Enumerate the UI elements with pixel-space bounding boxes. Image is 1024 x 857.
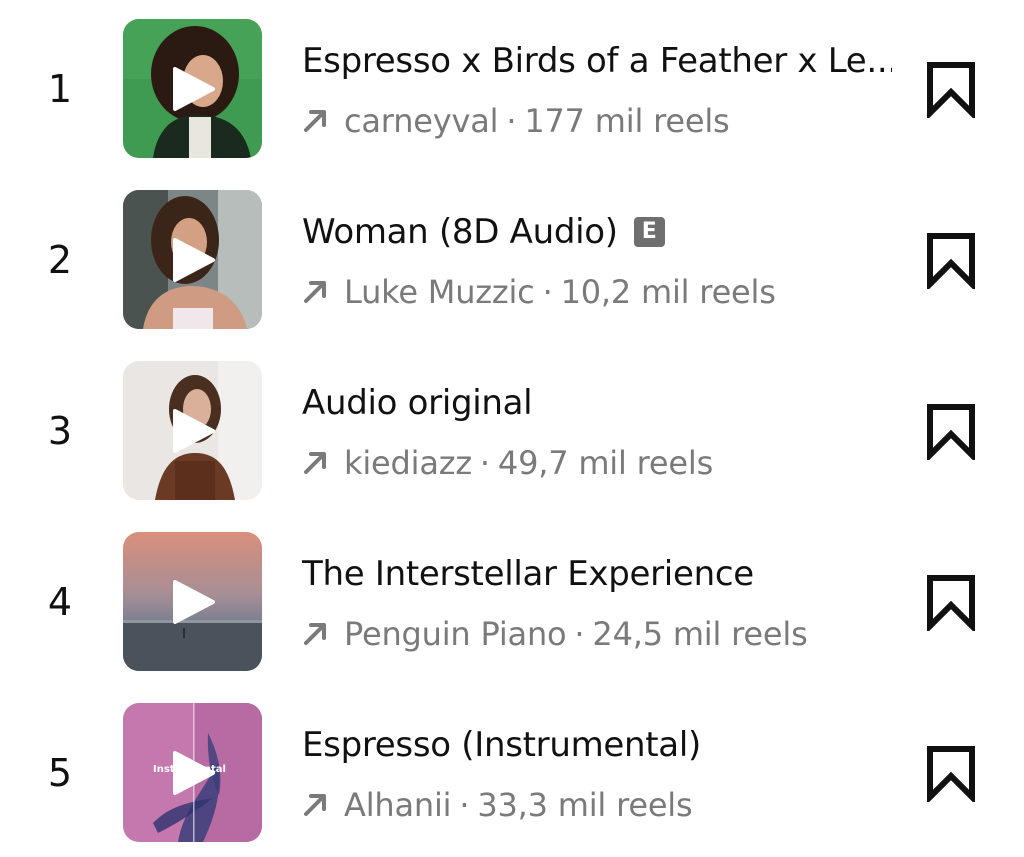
track-rank: 5 [47, 751, 73, 795]
track-reel-count: 49,7 mil reels [497, 444, 714, 482]
track-title: Audio original [302, 383, 533, 423]
bookmark-icon[interactable] [925, 573, 977, 631]
explicit-badge: E [633, 217, 665, 247]
play-icon [173, 67, 215, 111]
track-reel-count: 10,2 mil reels [560, 273, 776, 311]
track-row[interactable]: 2 Woman (8D Audio) E Luke Muzzic · 10,2 … [0, 190, 1024, 330]
track-row[interactable]: 1 Espresso x Birds of a Feather x Le... [0, 19, 1024, 159]
play-icon [173, 751, 215, 795]
track-title-line: Woman (8D Audio) E [302, 210, 892, 254]
track-row[interactable]: 3 Audio original kiediazz · 49,7 mil ree… [0, 361, 1024, 501]
track-artist[interactable]: Penguin Piano [344, 614, 567, 654]
trending-up-arrow-icon [304, 110, 326, 132]
track-title-line: Espresso x Birds of a Feather x Le... [302, 39, 892, 83]
track-rank: 4 [47, 580, 73, 624]
meta-separator: · [542, 273, 553, 311]
track-thumbnail[interactable] [123, 19, 262, 158]
track-reel-count: 24,5 mil reels [592, 615, 808, 653]
track-meta: Penguin Piano · 24,5 mil reels [302, 614, 808, 654]
trending-up-arrow-icon [304, 623, 326, 645]
trending-up-arrow-icon [304, 794, 326, 816]
meta-separator: · [574, 615, 585, 653]
bookmark-icon[interactable] [925, 402, 977, 460]
track-artist[interactable]: Luke Muzzic [344, 272, 535, 312]
bookmark-icon[interactable] [925, 60, 977, 118]
track-title: The Interstellar Experience [302, 554, 754, 594]
track-rank: 3 [47, 409, 73, 453]
meta-separator: · [479, 444, 490, 482]
play-icon [173, 409, 215, 453]
track-rank: 2 [47, 238, 73, 282]
play-icon [173, 238, 215, 282]
track-thumbnail[interactable]: Instrumental [123, 703, 262, 842]
track-title-line: Audio original [302, 381, 892, 425]
track-meta: carneyval · 177 mil reels [302, 101, 730, 141]
track-thumbnail[interactable] [123, 532, 262, 671]
meta-separator: · [506, 102, 517, 140]
track-row[interactable]: 4 The Interstellar Experience Penguin Pi… [0, 532, 1024, 672]
track-row[interactable]: 5 Instrumental Espresso (Instrumental) [0, 703, 1024, 843]
track-thumbnail[interactable] [123, 190, 262, 329]
track-reel-count: 33,3 mil reels [477, 786, 693, 824]
bookmark-icon[interactable] [925, 744, 977, 802]
track-artist[interactable]: kiediazz [344, 443, 472, 483]
trending-up-arrow-icon [304, 281, 326, 303]
track-title: Espresso (Instrumental) [302, 725, 701, 765]
track-artist[interactable]: Alhanii [344, 785, 452, 825]
track-meta: Alhanii · 33,3 mil reels [302, 785, 693, 825]
track-rank: 1 [47, 67, 73, 111]
track-reel-count: 177 mil reels [524, 102, 730, 140]
track-artist[interactable]: carneyval [344, 101, 499, 141]
trending-up-arrow-icon [304, 452, 326, 474]
trending-audio-list: 1 Espresso x Birds of a Feather x Le... [0, 0, 1024, 857]
track-meta: Luke Muzzic · 10,2 mil reels [302, 272, 776, 312]
track-thumbnail[interactable] [123, 361, 262, 500]
track-title-line: The Interstellar Experience [302, 552, 892, 596]
track-meta: kiediazz · 49,7 mil reels [302, 443, 713, 483]
track-title-line: Espresso (Instrumental) [302, 723, 892, 767]
track-title: Espresso x Birds of a Feather x Le... [302, 41, 892, 81]
bookmark-icon[interactable] [925, 231, 977, 289]
play-icon [173, 580, 215, 624]
meta-separator: · [459, 786, 470, 824]
track-title: Woman (8D Audio) [302, 212, 618, 252]
